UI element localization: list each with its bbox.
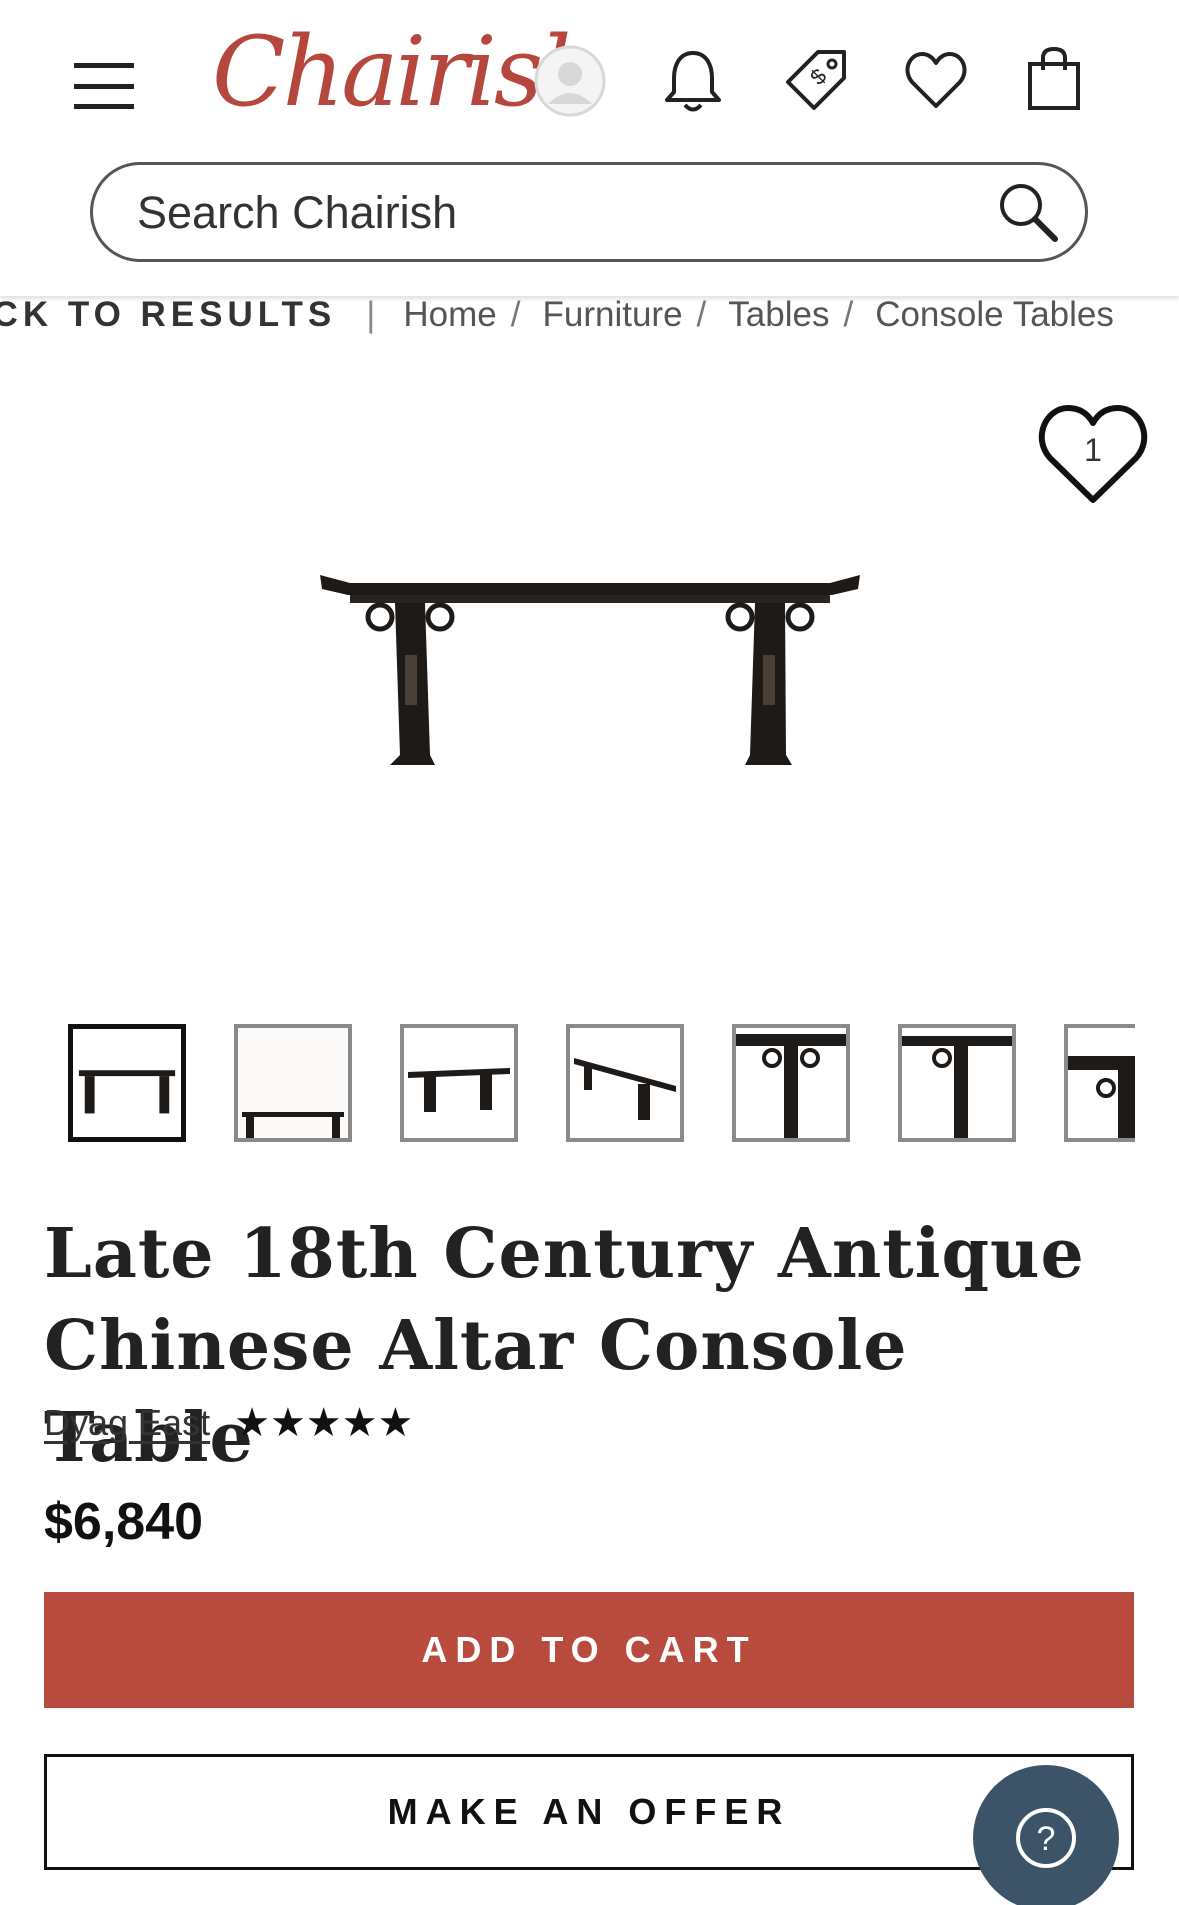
thumbnail-2[interactable] — [234, 1024, 352, 1142]
rating-stars[interactable]: ★★★★★ — [234, 1400, 413, 1446]
back-to-results-link[interactable]: BACK TO RESULTS — [0, 295, 336, 335]
search-icon[interactable] — [997, 181, 1059, 248]
shopping-bag-icon[interactable] — [1026, 46, 1082, 112]
thumbnail-1[interactable] — [68, 1024, 186, 1142]
add-to-cart-button[interactable]: ADD TO CART — [44, 1592, 1134, 1708]
price-tag-icon[interactable]: $ — [782, 46, 850, 114]
breadcrumb-console-tables[interactable]: Console Tables — [875, 295, 1114, 335]
breadcrumb-furniture[interactable]: Furniture — [542, 295, 682, 335]
thumbnail-strip — [68, 1024, 1135, 1142]
thumbnail-4[interactable] — [566, 1024, 684, 1142]
product-price: $6,840 — [44, 1493, 204, 1551]
help-label: ? — [1037, 1820, 1056, 1858]
breadcrumb-home[interactable]: Home — [403, 295, 496, 335]
breadcrumb-divider: | — [366, 295, 376, 334]
product-main-image[interactable] — [310, 555, 870, 785]
thumbnail-5[interactable] — [732, 1024, 850, 1142]
search-input[interactable] — [137, 183, 957, 243]
seller-row: Dyag East ★★★★★ — [44, 1400, 413, 1446]
breadcrumb-slash: / — [510, 295, 521, 334]
svg-text:$: $ — [805, 63, 831, 89]
avatar-icon[interactable] — [533, 44, 607, 118]
thumbnail-6[interactable] — [898, 1024, 1016, 1142]
bell-icon[interactable] — [662, 48, 724, 114]
breadcrumb-tables[interactable]: Tables — [728, 295, 829, 335]
search-bar[interactable] — [90, 162, 1088, 262]
menu-icon[interactable] — [72, 60, 136, 112]
thumbnail-7[interactable] — [1064, 1024, 1135, 1142]
question-icon: ? — [1016, 1808, 1076, 1868]
help-button[interactable]: ? — [973, 1765, 1119, 1905]
breadcrumb: BACK TO RESULTS | Home / Furniture / Tab… — [0, 292, 1179, 338]
site-header: Chairish $ — [0, 0, 1179, 296]
breadcrumb-slash: / — [696, 295, 707, 334]
favorite-button[interactable]: 1 — [1038, 402, 1148, 506]
favorite-count: 1 — [1084, 432, 1102, 468]
heart-icon[interactable] — [904, 50, 968, 110]
thumbnail-3[interactable] — [400, 1024, 518, 1142]
make-an-offer-button[interactable]: MAKE AN OFFER — [44, 1754, 1134, 1870]
breadcrumb-slash: / — [843, 295, 854, 334]
seller-link[interactable]: Dyag East — [44, 1402, 210, 1444]
